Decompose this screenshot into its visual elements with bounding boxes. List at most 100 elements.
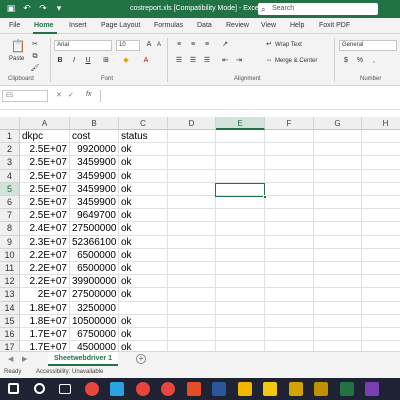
cell-g11[interactable] <box>314 262 362 276</box>
cell-h3[interactable] <box>362 156 400 170</box>
cell-f9[interactable] <box>265 235 314 249</box>
percent-icon[interactable]: % <box>355 56 365 66</box>
cell-b14[interactable]: 3250000 <box>70 301 119 315</box>
column-header-a[interactable]: A <box>20 117 70 130</box>
cell-b15[interactable]: 10500000 <box>70 314 119 328</box>
cell-g1[interactable] <box>314 130 362 144</box>
row-header[interactable]: 13 <box>0 288 20 302</box>
cell-c4[interactable]: ok <box>119 169 168 183</box>
row-header[interactable]: 8 <box>0 222 20 236</box>
chrome-icon[interactable] <box>161 382 175 396</box>
cell-h14[interactable] <box>362 302 400 315</box>
chrome-icon[interactable] <box>84 382 99 396</box>
cell-a13[interactable]: 2E+07 <box>20 288 70 302</box>
number-format-select[interactable]: General <box>339 40 397 51</box>
cell-h13[interactable] <box>362 288 400 302</box>
cell-g3[interactable] <box>314 156 362 170</box>
font-size-select[interactable]: 10 <box>116 40 140 51</box>
enter-icon[interactable]: ✓ <box>68 91 74 99</box>
paste-icon[interactable]: 📋 <box>10 38 26 54</box>
tab-formulas[interactable]: Formulas <box>154 22 183 29</box>
cell-c2[interactable]: ok <box>119 143 168 157</box>
shrink-font-icon[interactable]: A <box>154 40 164 50</box>
row-header[interactable]: 12 <box>0 275 20 289</box>
redo-icon[interactable]: ↷ <box>38 3 48 13</box>
currency-icon[interactable]: $ <box>341 56 351 66</box>
underline-icon[interactable]: U <box>83 56 93 66</box>
tab-foxit-pdf[interactable]: Foxit PDF <box>319 22 350 29</box>
sheet-scroll-left-icon[interactable]: ◀ <box>8 355 13 363</box>
cell-f16[interactable] <box>265 328 314 342</box>
row-header[interactable]: 7 <box>0 209 20 223</box>
app-icon[interactable] <box>288 382 303 396</box>
wrap-text-icon[interactable]: ↵ <box>264 40 274 50</box>
orientation-icon[interactable]: ↗ <box>220 40 230 50</box>
cell-c6[interactable]: ok <box>119 196 168 210</box>
cell-a14[interactable]: 1.8E+07 <box>20 301 70 315</box>
cell-g13[interactable] <box>314 288 362 302</box>
cell-e11[interactable] <box>216 262 265 276</box>
cell-g2[interactable] <box>314 143 362 157</box>
row-header[interactable]: 9 <box>0 235 20 249</box>
merge-center-button[interactable]: Merge & Center <box>275 58 317 64</box>
cell-c5[interactable]: ok <box>119 182 168 196</box>
cell-e1[interactable] <box>216 130 265 144</box>
cell-g12[interactable] <box>314 275 362 289</box>
cell-f13[interactable] <box>265 288 314 302</box>
cell-d3[interactable] <box>168 156 216 170</box>
row-header[interactable]: 16 <box>0 328 20 342</box>
cancel-icon[interactable]: ✕ <box>56 91 62 99</box>
cell-e4[interactable] <box>216 169 265 183</box>
windows-start-icon[interactable] <box>8 383 19 394</box>
cell-g8[interactable] <box>314 222 362 236</box>
cell-b1[interactable]: cost <box>70 130 119 144</box>
cell-h9[interactable] <box>362 236 400 249</box>
tab-home[interactable]: Home <box>34 22 53 29</box>
customize-icon[interactable]: ▾ <box>54 3 64 13</box>
formula-input[interactable] <box>100 90 400 102</box>
row-header[interactable]: 6 <box>0 196 20 210</box>
cell-c7[interactable]: ok <box>119 209 168 223</box>
undo-icon[interactable]: ↶ <box>22 3 32 13</box>
tab-page-layout[interactable]: Page Layout <box>101 22 140 29</box>
cell-e6[interactable] <box>216 196 265 210</box>
cell-e2[interactable] <box>216 143 265 157</box>
cell-h5[interactable] <box>362 183 400 196</box>
cell-d16[interactable] <box>168 328 216 342</box>
cell-b16[interactable]: 6750000 <box>70 328 119 342</box>
cell-h15[interactable] <box>362 315 400 328</box>
cell-d13[interactable] <box>168 288 216 302</box>
italic-icon[interactable]: I <box>69 56 79 66</box>
decrease-indent-icon[interactable]: ⇤ <box>220 56 230 66</box>
cell-b5[interactable]: 3459900 <box>70 182 119 196</box>
cell-g4[interactable] <box>314 169 362 183</box>
cell-b9[interactable]: 52366100 <box>70 235 119 249</box>
tab-data[interactable]: Data <box>197 22 212 29</box>
cell-c12[interactable]: ok <box>119 275 168 289</box>
wrap-text-button[interactable]: Wrap Text <box>275 42 302 48</box>
media-icon[interactable] <box>186 382 201 396</box>
cell-d4[interactable] <box>168 169 216 183</box>
fill-handle[interactable] <box>263 194 267 199</box>
cell-g7[interactable] <box>314 209 362 223</box>
cell-d6[interactable] <box>168 196 216 210</box>
row-header[interactable]: 1 <box>0 130 20 144</box>
cell-h7[interactable] <box>362 209 400 223</box>
cell-f5[interactable] <box>265 182 314 196</box>
cell-c11[interactable]: ok <box>119 262 168 276</box>
column-header-d[interactable]: D <box>168 117 216 130</box>
cell-a4[interactable]: 2.5E+07 <box>20 169 70 183</box>
cell-c3[interactable]: ok <box>119 156 168 170</box>
grow-font-icon[interactable]: A <box>144 40 154 50</box>
cell-c1[interactable]: status <box>119 130 168 144</box>
cell-g6[interactable] <box>314 196 362 210</box>
comma-style-icon[interactable]: , <box>369 56 379 66</box>
cell-b7[interactable]: 9649700 <box>70 209 119 223</box>
align-right-icon[interactable]: ☰ <box>202 56 212 66</box>
cell-a1[interactable]: dkpc <box>20 130 70 144</box>
cell-b3[interactable]: 3459900 <box>70 156 119 170</box>
search-icon[interactable] <box>33 383 45 394</box>
cell-h2[interactable] <box>362 143 400 157</box>
cell-a15[interactable]: 1.8E+07 <box>20 314 70 328</box>
app-icon[interactable] <box>365 382 379 396</box>
